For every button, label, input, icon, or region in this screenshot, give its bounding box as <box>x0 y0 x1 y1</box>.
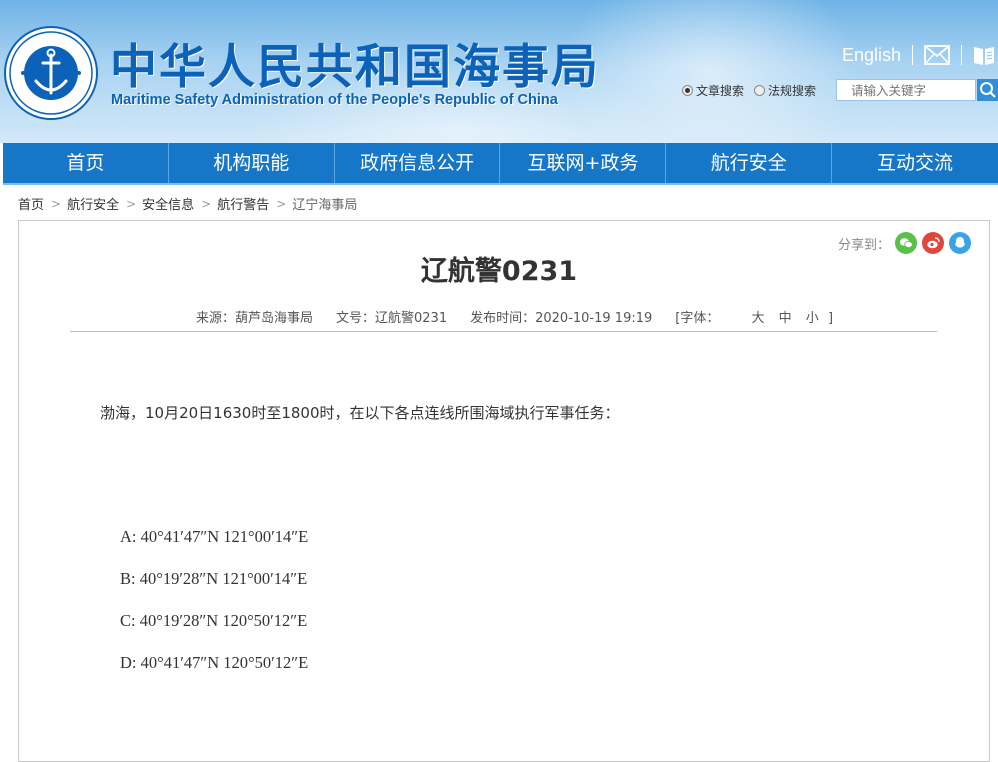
breadcrumb-item-safety-info[interactable]: 安全信息 <box>142 194 194 213</box>
breadcrumb-item-home[interactable]: 首页 <box>18 194 44 213</box>
search-input[interactable] <box>836 79 976 101</box>
breadcrumb-item-current[interactable]: 辽宁海事局 <box>292 194 357 213</box>
divider <box>70 331 937 332</box>
search-option-label: 法规搜索 <box>768 84 817 98</box>
mail-icon[interactable] <box>924 45 950 65</box>
breadcrumb: 首页 > 航行安全 > 安全信息 > 航行警告 > 辽宁海事局 <box>18 194 357 214</box>
site-title-cn[interactable]: 中华人民共和国海事局 <box>110 28 600 97</box>
book-icon[interactable] <box>973 44 995 66</box>
divider <box>912 45 914 65</box>
nav-item-internet-gov[interactable]: 互联网+政务 <box>500 143 667 183</box>
top-links: English <box>842 42 995 68</box>
site-header: 中华人民共和国海事局 Maritime Safety Administratio… <box>0 0 998 143</box>
coordinate-b: B: 40°19′28″N 121°00′14″E <box>120 569 308 588</box>
divider <box>961 45 963 65</box>
main-nav: 首页 机构职能 政府信息公开 互联网+政务 航行安全 互动交流 <box>3 143 998 183</box>
font-size-bracket: ] <box>827 311 834 326</box>
font-large-button[interactable]: 大 <box>751 311 764 326</box>
font-small-button[interactable]: 小 <box>806 311 819 326</box>
search-option-article[interactable]: 文章搜索 <box>682 82 744 99</box>
breadcrumb-item-nav-safety[interactable]: 航行安全 <box>67 194 119 213</box>
nav-item-nav-safety[interactable]: 航行安全 <box>666 143 833 183</box>
search-type-options: 文章搜索 法规搜索 <box>682 82 826 99</box>
radio-law[interactable] <box>754 85 766 96</box>
coordinate-a: A: 40°41′47″N 121°00′14″E <box>120 527 309 546</box>
article-published: 发布时间：2020-10-19 19:19 <box>470 311 653 326</box>
nav-item-interaction[interactable]: 互动交流 <box>832 143 998 183</box>
font-size-switcher: [字体： 大 中 小 ] <box>675 307 856 326</box>
font-medium-button[interactable]: 中 <box>779 311 792 326</box>
coordinate-c: C: 40°19′28″N 120°50′12″E <box>120 611 308 630</box>
breadcrumb-item-nav-warning[interactable]: 航行警告 <box>217 194 269 213</box>
breadcrumb-separator: > <box>126 196 137 211</box>
article-meta: 来源：葫芦岛海事局 文号：辽航警0231 发布时间：2020-10-19 19:… <box>196 307 856 326</box>
search-option-label: 文章搜索 <box>696 84 745 98</box>
font-size-label: [字体： <box>675 311 720 326</box>
search-icon <box>980 82 996 98</box>
nav-item-gov-info[interactable]: 政府信息公开 <box>335 143 501 183</box>
coordinate-d: D: 40°41′47″N 120°50′12″E <box>120 653 309 672</box>
breadcrumb-separator: > <box>276 196 287 211</box>
article-source: 来源：葫芦岛海事局 <box>196 311 314 326</box>
breadcrumb-separator: > <box>51 196 62 211</box>
search-option-law[interactable]: 法规搜索 <box>754 82 816 99</box>
article-container <box>18 220 990 762</box>
msa-logo[interactable] <box>3 25 99 121</box>
breadcrumb-separator: > <box>201 196 212 211</box>
article-body: 渤海，10月20日1630时至1800时，在以下各点连线所围海域执行军事任务： <box>100 404 620 422</box>
site-title-en: Maritime Safety Administration of the Pe… <box>111 92 558 108</box>
search-button[interactable] <box>977 79 998 101</box>
article-title: 辽航警0231 <box>420 256 578 287</box>
nav-underline <box>3 183 998 185</box>
radio-article[interactable] <box>682 85 693 96</box>
article-doc-no: 文号：辽航警0231 <box>336 311 448 326</box>
nav-item-functions[interactable]: 机构职能 <box>169 143 335 183</box>
nav-item-home[interactable]: 首页 <box>3 143 169 183</box>
english-link[interactable]: English <box>842 45 901 66</box>
